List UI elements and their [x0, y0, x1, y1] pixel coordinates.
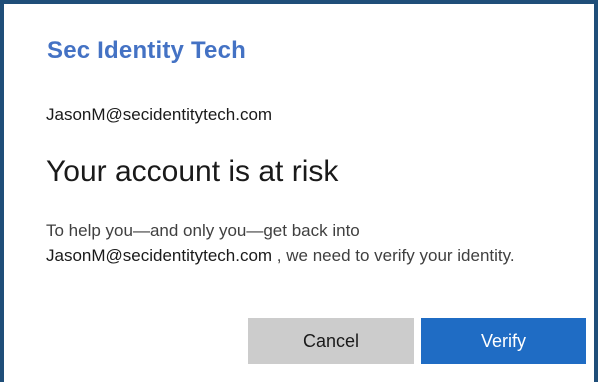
message-email: JasonM@secidentitytech.com [46, 246, 273, 265]
cancel-button[interactable]: Cancel [248, 318, 414, 364]
dialog-title: Your account is at risk [46, 155, 339, 188]
brand-name: Sec Identity Tech [47, 37, 247, 64]
dialog-message: To help you—and only you—get back into J… [46, 218, 586, 268]
account-risk-dialog: Sec Identity Tech JasonM@secidentitytech… [0, 0, 598, 382]
message-text-after: , we need to verify your identity. [272, 246, 515, 265]
account-email: JasonM@secidentitytech.com [46, 105, 273, 124]
message-text-before: To help you—and only you—get back into [46, 221, 360, 240]
verify-button[interactable]: Verify [421, 318, 586, 364]
